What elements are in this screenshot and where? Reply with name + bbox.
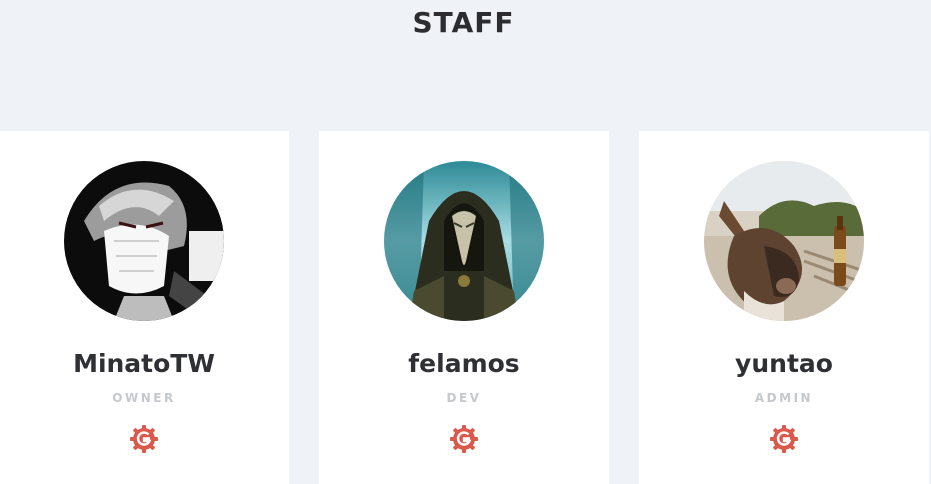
avatar — [704, 161, 864, 321]
staff-name: felamos — [408, 349, 520, 378]
staff-role: ADMIN — [754, 391, 814, 405]
gitea-icon[interactable] — [129, 424, 159, 454]
staff-card-minatotw: MinatoTW OWNER — [0, 131, 289, 484]
staff-card-yuntao: yuntao ADMIN — [639, 131, 929, 484]
avatar — [384, 161, 544, 321]
staff-role: OWNER — [112, 391, 176, 405]
staff-name: MinatoTW — [73, 349, 215, 378]
staff-card-felamos: felamos DEV — [319, 131, 609, 484]
gitea-icon[interactable] — [769, 424, 799, 454]
avatar — [64, 161, 224, 321]
gitea-icon[interactable] — [449, 424, 479, 454]
staff-name: yuntao — [735, 349, 833, 378]
page-title: STAFF — [412, 6, 515, 39]
staff-role: DEV — [446, 391, 482, 405]
